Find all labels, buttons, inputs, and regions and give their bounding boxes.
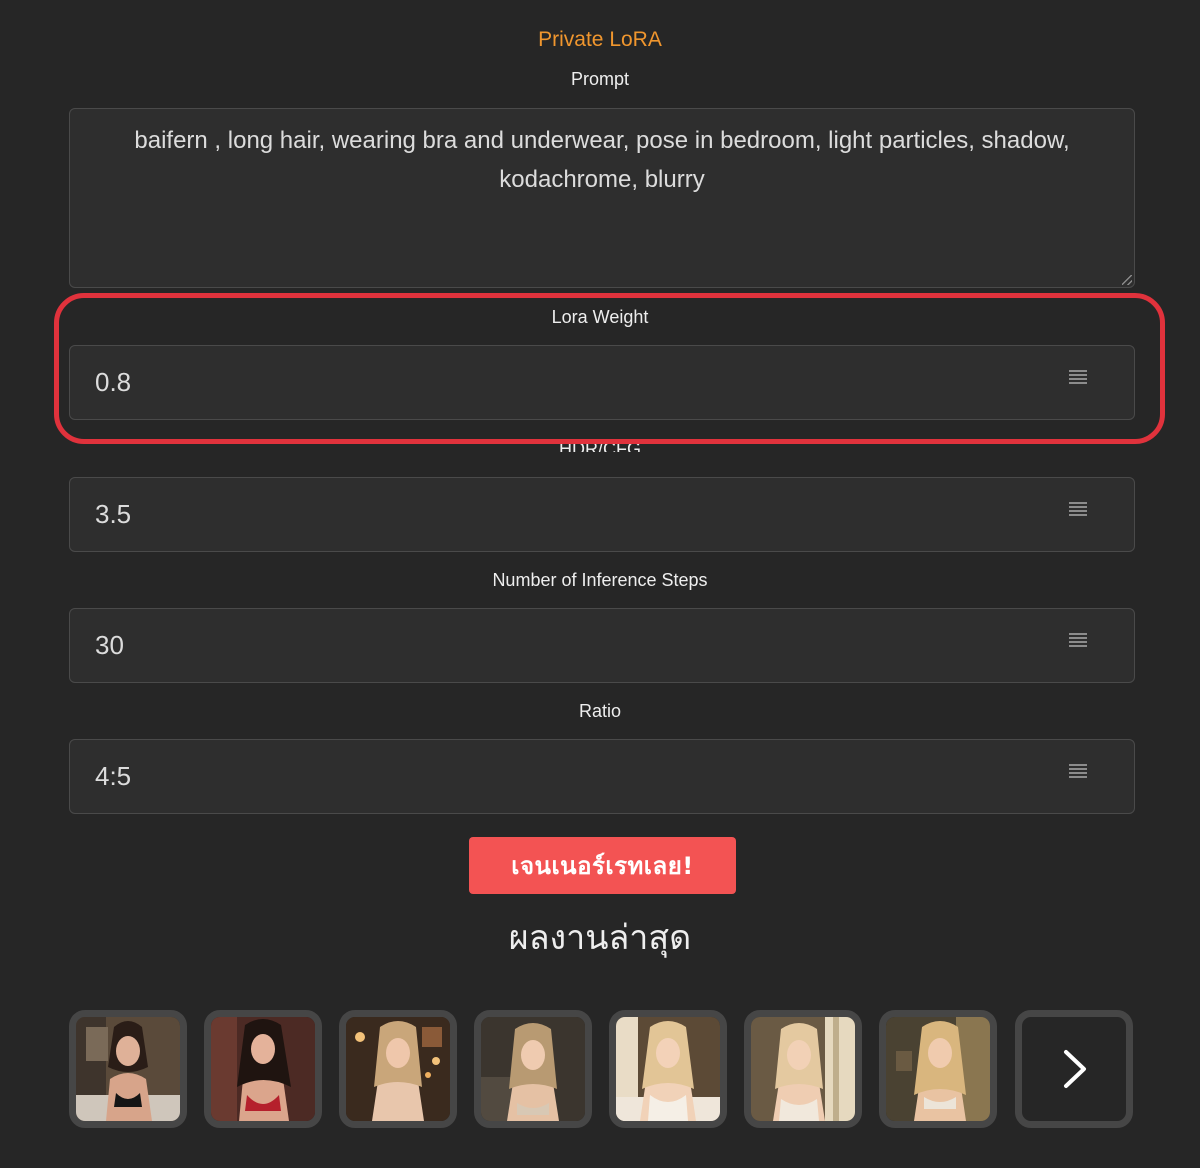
prompt-label: Prompt — [570, 69, 630, 89]
inference-steps-value: 30 — [95, 630, 124, 660]
lora-weight-select[interactable]: 0.8 — [69, 345, 1135, 420]
gallery-thumbnail[interactable] — [609, 1010, 727, 1128]
gallery-thumbnail[interactable] — [204, 1010, 322, 1128]
select-handle-icon — [1069, 502, 1087, 518]
inference-steps-label: Number of Inference Steps — [492, 570, 708, 590]
gallery-thumbnail[interactable] — [339, 1010, 457, 1128]
inference-steps-select[interactable]: 30 — [69, 608, 1135, 683]
hdr-cfg-select[interactable]: 3.5 — [69, 477, 1135, 552]
prompt-text: baifern , long hair, wearing bra and und… — [134, 127, 1070, 193]
gallery-thumbnail[interactable] — [69, 1010, 187, 1128]
prompt-textarea[interactable]: baifern , long hair, wearing bra and und… — [69, 108, 1135, 288]
lora-weight-value: 0.8 — [95, 367, 132, 397]
ratio-select[interactable]: 4:5 — [69, 739, 1135, 814]
lora-weight-label: Lora Weight — [551, 307, 649, 327]
gallery-next-button[interactable] — [1015, 1010, 1133, 1128]
gallery-thumbnail[interactable] — [879, 1010, 997, 1128]
select-handle-icon — [1069, 764, 1087, 780]
chevron-right-icon — [1064, 1050, 1086, 1088]
page: Private LoRA Prompt baifern , long hair,… — [0, 0, 1200, 1168]
gallery-thumbnail[interactable] — [744, 1010, 862, 1128]
select-handle-icon — [1069, 633, 1087, 649]
ratio-value: 4:5 — [95, 761, 132, 791]
gallery-heading: ผลงานล่าสุด — [508, 918, 692, 958]
hdr-cfg-label: HDR/CFG — [559, 439, 641, 452]
select-handle-icon — [1069, 370, 1087, 386]
gallery-thumbnail[interactable] — [474, 1010, 592, 1128]
generate-button[interactable]: เจนเนอร์เรทเลย! — [469, 837, 736, 894]
resize-grip-icon[interactable] — [1122, 275, 1132, 285]
hdr-cfg-value: 3.5 — [95, 499, 132, 529]
ratio-label: Ratio — [578, 701, 622, 721]
app-title: Private LoRA — [538, 28, 662, 51]
